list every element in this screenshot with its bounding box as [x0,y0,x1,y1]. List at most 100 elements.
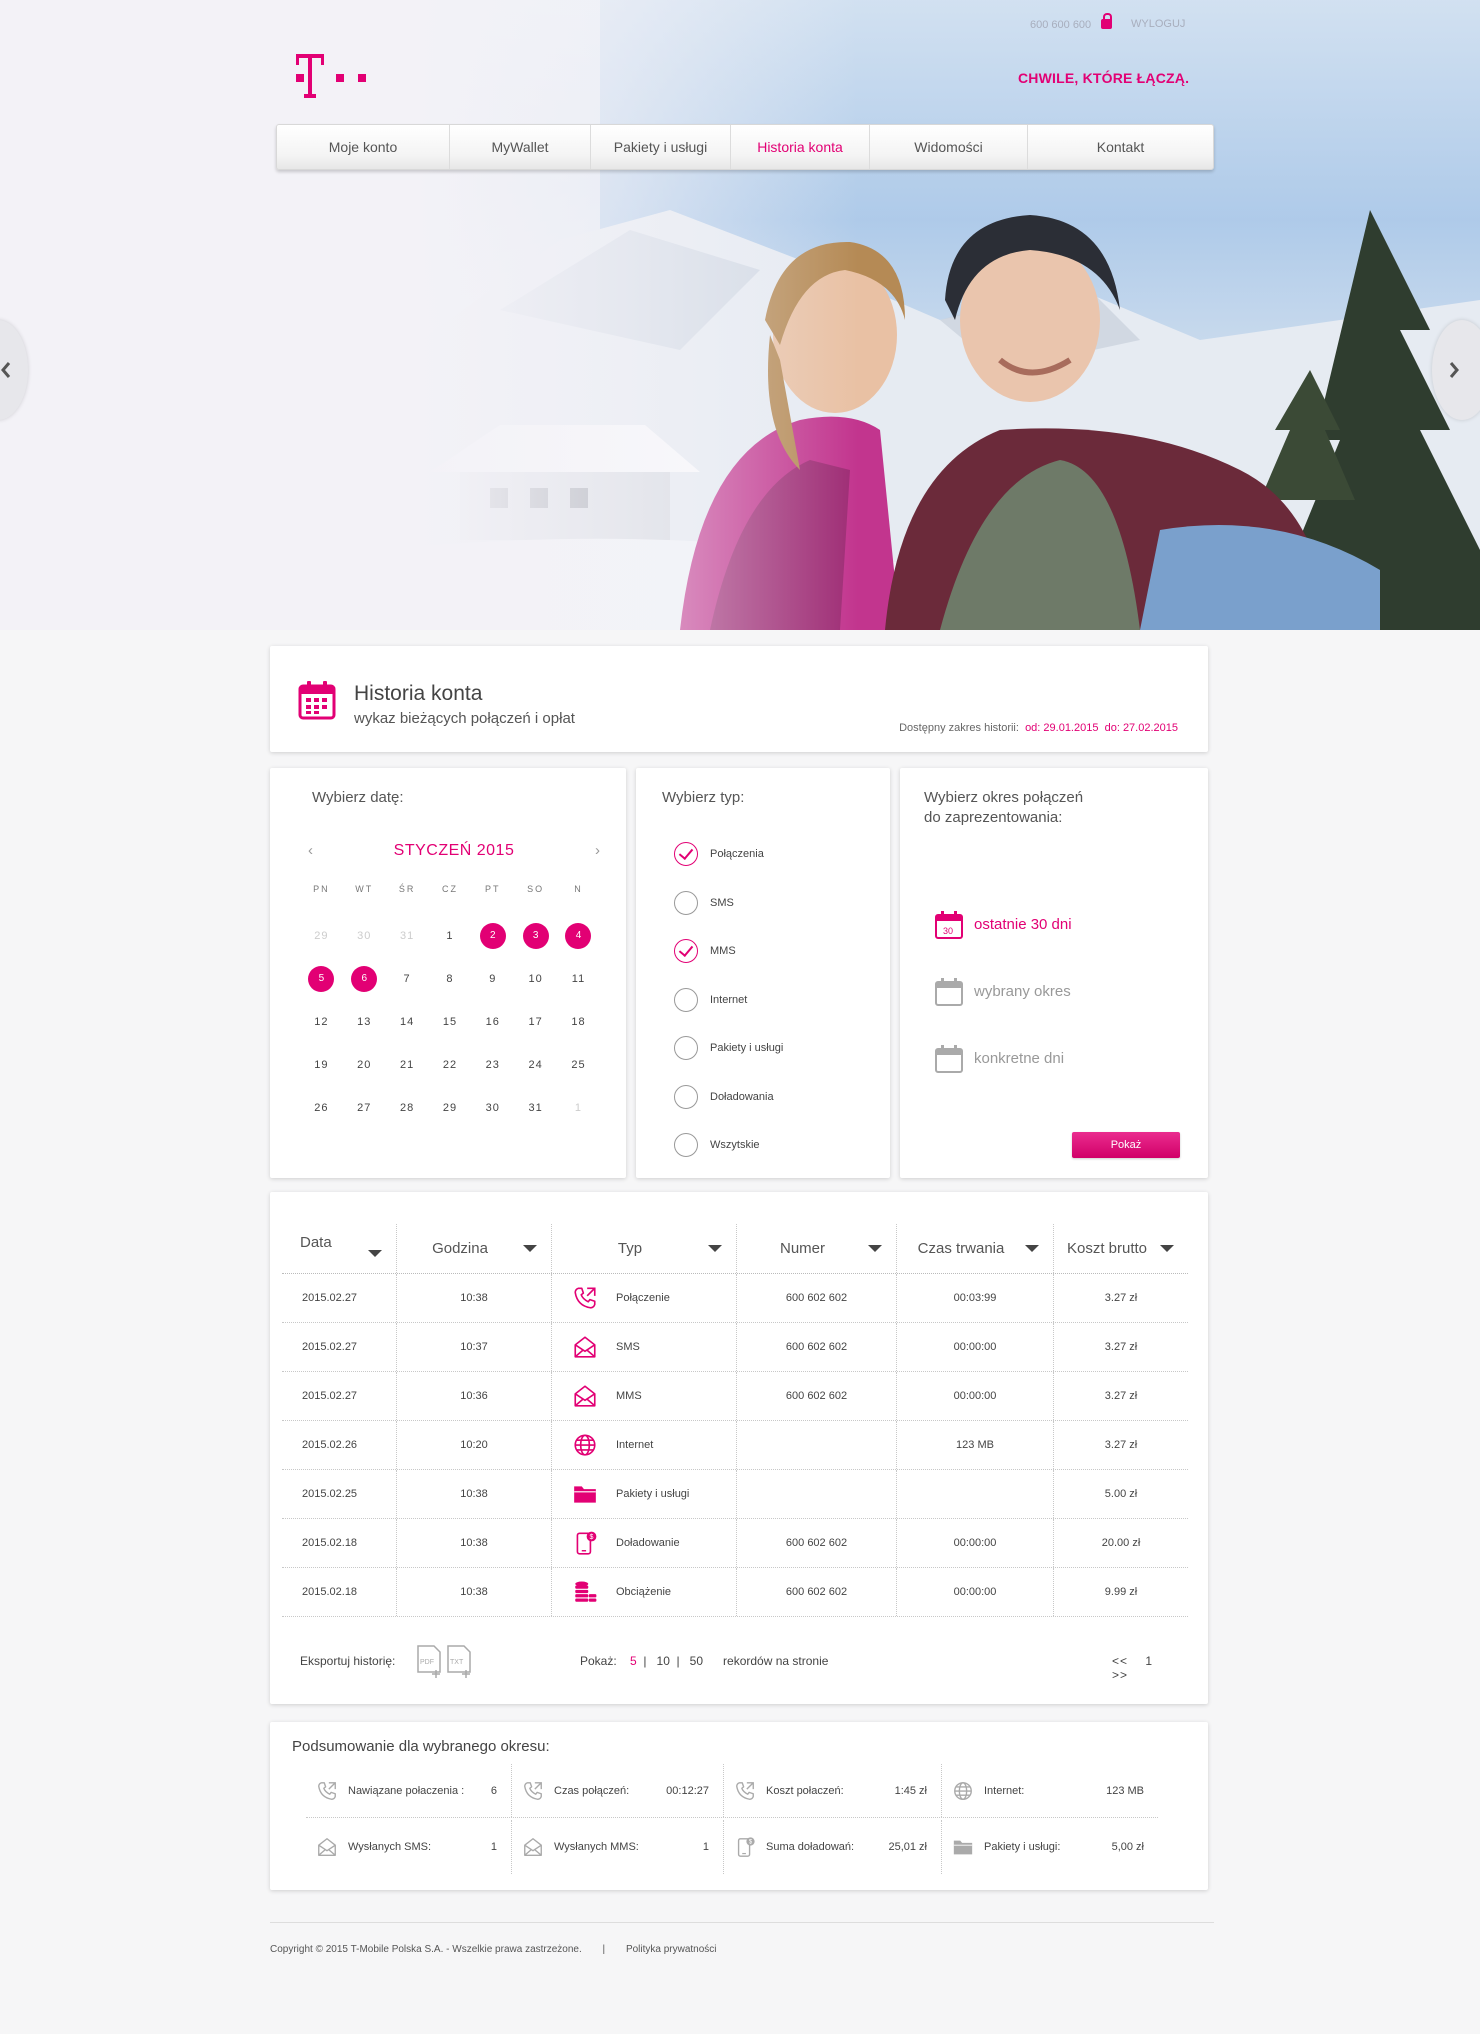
privacy-link[interactable]: Polityka prywatności [626,1944,717,1955]
cell-type: Internet [552,1421,737,1469]
calendar-day[interactable]: 31 [514,1102,557,1114]
calendar-day[interactable]: 4 [557,922,600,949]
export-txt-icon[interactable]: TXT [446,1644,474,1678]
calendar-day[interactable]: 17 [514,1016,557,1028]
table-row[interactable]: 2015.02.27 10:38 Połączenie 600 602 602 … [282,1274,1188,1323]
checkbox[interactable] [674,890,698,915]
calendar-week: 29 30 31 1 2 3 4 [300,914,600,957]
page-size-10[interactable]: 10 [657,1654,670,1668]
table-row[interactable]: 2015.02.18 10:38 Obciążenie 600 602 602 … [282,1568,1188,1617]
type-option[interactable]: Pakiety i usługi [674,1024,783,1073]
calendar-day[interactable]: 3 [514,922,557,949]
calendar-day[interactable]: 5 [300,965,343,992]
checkbox[interactable] [674,1036,698,1061]
tagline: CHWILE, KTÓRE ŁĄCZĄ. [1018,70,1190,86]
calendar-day[interactable]: 20 [343,1059,386,1071]
calendar-day[interactable]: 12 [300,1016,343,1028]
calendar-day[interactable]: 29 [300,930,343,942]
pagination-current[interactable]: 1 [1145,1654,1153,1668]
calendar-day[interactable]: 6 [343,965,386,992]
calendar-day[interactable]: 30 [343,930,386,942]
logout-link[interactable]: WYLOGUJ [1131,18,1185,30]
type-option[interactable]: Wszytskie [674,1121,783,1170]
calendar-day[interactable]: 28 [386,1102,429,1114]
table-row[interactable]: 2015.02.25 10:38 Pakiety i usługi 5.00 z… [282,1470,1188,1519]
calendar-day[interactable]: 7 [386,973,429,985]
chevron-left-icon [1,362,11,378]
table-row[interactable]: 2015.02.26 10:20 Internet 123 MB 3.27 zł [282,1421,1188,1470]
period-option[interactable]: konkretne dni [934,1025,1072,1092]
calendar-day[interactable]: 31 [386,930,429,942]
col-header-koszt[interactable]: Koszt brutto [1054,1224,1188,1273]
nav-kontakt[interactable]: Kontakt [1028,125,1213,169]
type-option[interactable]: Internet [674,976,783,1025]
table-row[interactable]: 2015.02.27 10:36 MMS 600 602 602 00:00:0… [282,1372,1188,1421]
col-header-typ[interactable]: Typ [552,1224,737,1273]
calendar-day[interactable]: 10 [514,973,557,985]
calendar-day[interactable]: 15 [429,1016,472,1028]
col-header-czas[interactable]: Czas trwania [897,1224,1054,1273]
calendar-day[interactable]: 23 [471,1059,514,1071]
nav-pakiety[interactable]: Pakiety i usługi [591,125,731,169]
type-option[interactable]: Połączenia [674,830,783,879]
checkbox[interactable] [674,939,698,964]
sort-arrow-icon[interactable] [1159,1245,1174,1252]
table-row[interactable]: 2015.02.27 10:37 SMS 600 602 602 00:00:0… [282,1323,1188,1372]
calendar-month: STYCZEŃ 2015 [393,842,515,859]
calendar-day[interactable]: 13 [343,1016,386,1028]
period-option[interactable]: 30 ostatnie 30 dni [934,891,1072,958]
calendar-day[interactable]: 19 [300,1059,343,1071]
checkbox[interactable] [674,1084,698,1109]
show-button[interactable]: Pokaż [1072,1132,1180,1158]
checkbox[interactable] [674,1133,698,1158]
calendar-next-button[interactable]: › [595,842,600,859]
cell-date: 2015.02.25 [282,1470,397,1518]
period-option[interactable]: wybrany okres [934,958,1072,1025]
page-size-5[interactable]: 5 [630,1654,637,1668]
nav-mywallet[interactable]: MyWallet [450,125,591,169]
table-row[interactable]: 2015.02.18 10:38 $ Doładowanie 600 602 6… [282,1519,1188,1568]
calendar-day[interactable]: 14 [386,1016,429,1028]
sort-arrow-icon[interactable] [708,1245,722,1252]
type-option[interactable]: SMS [674,879,783,928]
calendar-day[interactable]: 2 [471,922,514,949]
sort-arrow-icon[interactable] [523,1245,537,1252]
weekday-label: WT [355,884,374,894]
nav-moje-konto[interactable]: Moje konto [277,125,450,169]
type-option[interactable]: Doładowania [674,1073,783,1122]
calendar-day[interactable]: 27 [343,1102,386,1114]
calendar-day[interactable]: 22 [429,1059,472,1071]
calendar-day[interactable]: 21 [386,1059,429,1071]
export-pdf-icon[interactable]: PDF [416,1644,444,1678]
calendar-day[interactable]: 26 [300,1102,343,1114]
calendar-day[interactable]: 25 [557,1059,600,1071]
nav-widomosci[interactable]: Widomości [870,125,1028,169]
calendar-day[interactable]: 30 [471,1102,514,1114]
col-header-data[interactable]: Data [282,1224,397,1273]
pagination-next[interactable]: >> [1112,1668,1128,1682]
col-header-numer[interactable]: Numer [737,1224,897,1273]
calendar-day[interactable]: 16 [471,1016,514,1028]
calendar-day[interactable]: 9 [471,973,514,985]
calendar-day[interactable]: 1 [429,930,472,942]
checkbox[interactable] [674,987,698,1012]
sort-arrow-icon[interactable] [1024,1245,1039,1252]
calendar-day[interactable]: 11 [557,973,600,985]
col-header-godzina[interactable]: Godzina [397,1224,552,1273]
calendar-day[interactable]: 1 [557,1102,600,1114]
nav-historia-konta[interactable]: Historia konta [731,125,870,169]
type-filter-card: Wybierz typ: Połączenia SMS MMS Internet… [636,768,890,1178]
history-range: Dostępny zakres historii: od: 29.01.2015… [899,722,1178,734]
telekom-logo[interactable] [296,54,396,98]
calendar-day[interactable]: 8 [429,973,472,985]
checkbox[interactable] [674,842,698,867]
calendar-day[interactable]: 24 [514,1059,557,1071]
sort-arrow-icon[interactable] [867,1245,882,1252]
sort-arrow-icon[interactable] [368,1250,382,1257]
type-option[interactable]: MMS [674,927,783,976]
pagination-prev[interactable]: << [1112,1654,1128,1668]
page-size-50[interactable]: 50 [690,1654,703,1668]
calendar-day[interactable]: 29 [429,1102,472,1114]
cell-duration: 00:00:00 [897,1323,1054,1371]
calendar-day[interactable]: 18 [557,1016,600,1028]
